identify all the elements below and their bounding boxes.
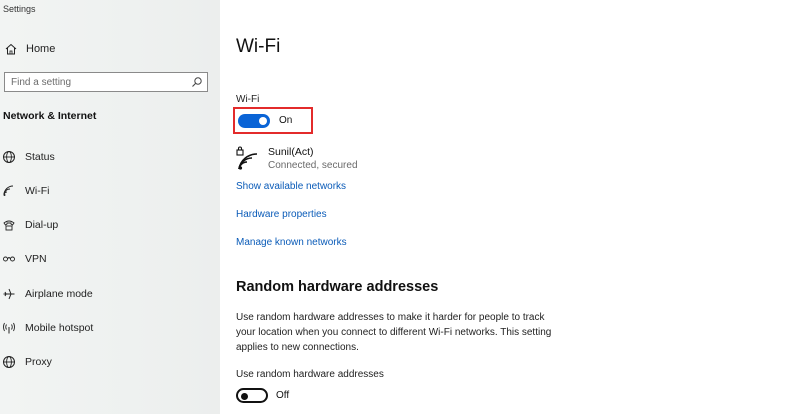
network-status: Connected, secured — [268, 160, 358, 171]
hardware-properties-link[interactable]: Hardware properties — [236, 209, 327, 220]
current-network[interactable]: Sunil(Act) Connected, secured — [236, 146, 358, 172]
sidebar-item-label: Wi-Fi — [25, 185, 50, 197]
hotspot-icon — [3, 322, 15, 334]
wifi-toggle-state: On — [279, 115, 293, 126]
main-panel: Wi-Fi Wi-Fi On Sunil(Act) Connected, sec… — [220, 0, 800, 414]
sidebar-item-proxy[interactable]: Proxy — [2, 353, 212, 371]
wifi-toggle[interactable] — [238, 113, 270, 128]
random-hw-toggle-row: Off — [236, 388, 289, 403]
home-icon — [5, 43, 17, 55]
sidebar-item-label: VPN — [25, 253, 47, 265]
globe-icon — [3, 151, 15, 163]
sidebar-item-label: Status — [25, 151, 55, 163]
sidebar-item-wifi[interactable]: Wi-Fi — [2, 182, 212, 200]
sidebar-item-label: Airplane mode — [25, 288, 93, 300]
search-icon[interactable] — [191, 76, 203, 88]
random-hw-title: Random hardware addresses — [236, 279, 439, 295]
toggle-knob — [241, 392, 248, 400]
sidebar-item-dialup[interactable]: Dial-up — [2, 216, 212, 234]
sidebar-item-label: Mobile hotspot — [25, 322, 94, 334]
random-hw-toggle-label: Use random hardware addresses — [236, 369, 384, 380]
phone-icon — [3, 220, 15, 231]
network-name: Sunil(Act) — [268, 146, 314, 158]
random-hw-toggle[interactable] — [236, 388, 268, 403]
section-title: Network & Internet — [3, 110, 97, 122]
search-input[interactable] — [11, 76, 191, 88]
page-title: Wi-Fi — [236, 36, 281, 57]
sidebar-item-vpn[interactable]: VPN — [2, 250, 212, 268]
wifi-icon — [3, 185, 14, 196]
secured-wifi-icon — [236, 146, 258, 170]
random-hw-description: Use random hardware addresses to make it… — [236, 312, 552, 353]
sidebar-item-label: Dial-up — [25, 219, 59, 231]
show-available-networks-link[interactable]: Show available networks — [236, 181, 346, 192]
sidebar: Settings Home Network & Internet Status — [0, 0, 220, 414]
globe-icon — [3, 356, 15, 368]
airplane-icon — [3, 288, 15, 300]
search-box[interactable] — [4, 72, 208, 92]
sidebar-item-airplane[interactable]: Airplane mode — [2, 285, 212, 303]
vpn-icon — [3, 256, 15, 262]
toggle-knob — [259, 116, 267, 125]
wifi-label: Wi-Fi — [236, 94, 260, 105]
sidebar-item-status[interactable]: Status — [2, 148, 212, 166]
sidebar-item-hotspot[interactable]: Mobile hotspot — [2, 319, 212, 337]
sidebar-item-label: Proxy — [25, 356, 52, 368]
wifi-toggle-highlight: On — [233, 107, 313, 134]
manage-known-networks-link[interactable]: Manage known networks — [236, 237, 347, 248]
home-label: Home — [26, 43, 56, 55]
app-title: Settings — [3, 4, 36, 14]
sidebar-home[interactable]: Home — [4, 41, 55, 57]
random-hw-toggle-state: Off — [276, 390, 290, 401]
